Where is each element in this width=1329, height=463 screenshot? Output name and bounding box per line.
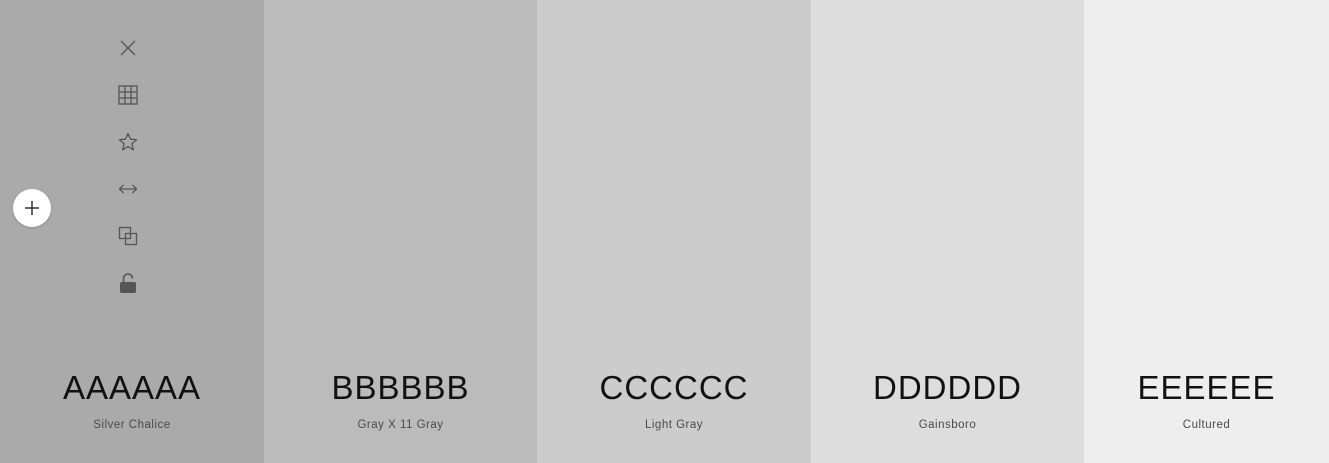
swatch-name: Light Gray — [644, 419, 704, 431]
unlock-icon — [120, 273, 136, 293]
swatch-toolbar — [108, 28, 148, 310]
view-shades-button[interactable] — [108, 75, 148, 115]
swatch-hex[interactable]: BBBBBB — [264, 368, 537, 408]
swatch-hex[interactable]: AAAAAA — [0, 368, 264, 408]
grid-icon — [118, 85, 138, 105]
color-palette: AAAAAA Silver Chalice BBBBBB Gray X 11 G… — [0, 0, 1329, 463]
swatch-cccccc[interactable]: CCCCCC Light Gray — [537, 0, 811, 463]
swatch-name: Silver Chalice — [93, 419, 171, 431]
add-color-button[interactable] — [13, 189, 51, 227]
swatch-name: Gray X 11 Gray — [357, 419, 444, 431]
plus-icon — [25, 201, 39, 215]
swatch-name: Gainsboro — [918, 419, 977, 431]
swatch-hex[interactable]: DDDDDD — [811, 368, 1084, 408]
drag-button[interactable] — [108, 169, 148, 209]
arrows-horizontal-icon — [118, 184, 138, 194]
star-icon — [118, 132, 138, 151]
swatch-bbbbbb[interactable]: BBBBBB Gray X 11 Gray — [264, 0, 537, 463]
close-icon — [120, 40, 136, 56]
copy-icon — [118, 226, 138, 246]
copy-hex-button[interactable] — [108, 216, 148, 256]
save-color-button[interactable] — [108, 122, 148, 162]
swatch-dddddd[interactable]: DDDDDD Gainsboro — [811, 0, 1084, 463]
remove-color-button[interactable] — [108, 28, 148, 68]
swatch-name: Cultured — [1182, 419, 1231, 431]
swatch-eeeeee[interactable]: EEEEEE Cultured — [1084, 0, 1329, 463]
lock-color-button[interactable] — [108, 263, 148, 303]
swatch-hex[interactable]: EEEEEE — [1084, 368, 1329, 408]
swatch-hex[interactable]: CCCCCC — [537, 368, 811, 408]
